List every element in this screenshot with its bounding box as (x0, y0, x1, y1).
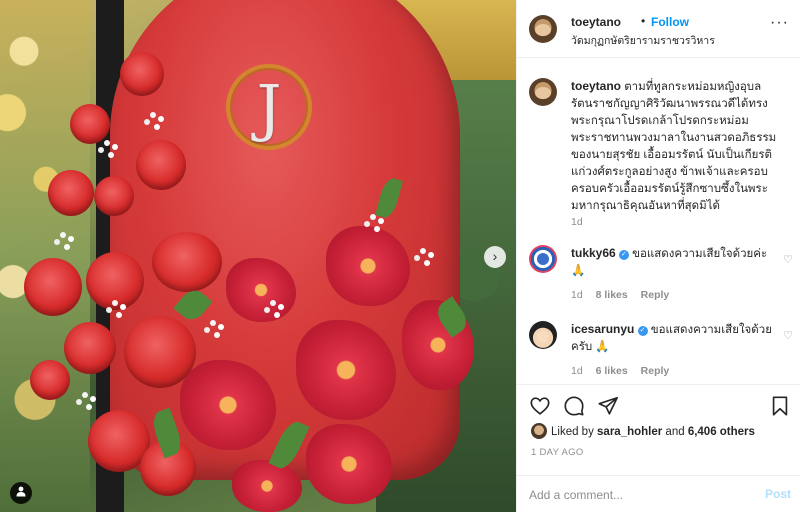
background-flowers (0, 0, 90, 512)
comment-bubble-icon[interactable] (561, 393, 587, 419)
liked-by-count[interactable]: 6,406 others (688, 426, 755, 438)
caption-time[interactable]: 1d (571, 216, 583, 228)
rose (48, 170, 94, 216)
comment-username[interactable]: icesarunyu (571, 322, 634, 336)
rose (152, 232, 222, 292)
babys-breath (82, 392, 88, 398)
comment-meta: 1d 6 likes Reply (571, 365, 679, 377)
rose (30, 360, 70, 400)
avatar[interactable] (531, 423, 547, 439)
comment-text: tukky66 ✓ ขอแสดงความเสียใจด้วยค่ะ 🙏 (571, 245, 781, 280)
rose (24, 258, 82, 316)
follow-button[interactable]: Follow (651, 15, 689, 29)
post-header: toeytano • Follow วัดมกุฏกษัตริยารามราชว… (517, 0, 800, 58)
like-heart-icon-glyph (530, 397, 550, 415)
avatar[interactable] (529, 245, 557, 273)
rose (94, 176, 134, 216)
avatar[interactable] (529, 15, 557, 43)
like-comment-heart-icon[interactable]: ♡ (783, 253, 793, 266)
avatar[interactable] (529, 321, 557, 349)
babys-breath (104, 140, 110, 146)
babys-breath (420, 248, 426, 254)
post-photo[interactable]: J › (0, 0, 516, 512)
more-options-icon[interactable]: ··· (770, 14, 789, 32)
caption: toeytano ตามที่ทูลกระหม่อมหญิงอุบลรัตนรา… (529, 78, 789, 233)
liked-mid: and (662, 426, 688, 438)
rose (136, 140, 186, 190)
wreath-emblem: J (256, 71, 282, 144)
location-link[interactable]: วัดมกุฏกษัตริยารามราชวรวิหาร (571, 32, 715, 49)
share-paper-plane-icon[interactable] (595, 393, 621, 419)
comment-username[interactable]: tukky66 (571, 246, 616, 260)
verified-badge-icon: ✓ (637, 326, 648, 336)
share-paper-plane-icon-glyph (598, 396, 618, 415)
rose (70, 104, 110, 144)
save-bookmark-icon-glyph (772, 396, 788, 416)
next-photo-button[interactable]: › (484, 246, 506, 268)
comment-text: icesarunyu ✓ ขอแสดงความเสียใจด้วยครับ 🙏 (571, 321, 781, 356)
comment-bubble-icon-glyph (564, 396, 584, 416)
comment-meta: 1d 8 likes Reply (571, 289, 679, 301)
verified-badge-icon: ✓ (618, 250, 629, 260)
avatar[interactable] (529, 78, 557, 106)
list-item: tukky66 ✓ ขอแสดงความเสียใจด้วยค่ะ 🙏 ♡ 1d… (529, 245, 793, 305)
babys-breath (210, 320, 216, 326)
user-tag-icon[interactable] (10, 482, 32, 504)
save-bookmark-icon[interactable] (767, 393, 793, 419)
post-sidebar: toeytano • Follow วัดมกุฏกษัตริยารามราชว… (516, 0, 800, 512)
comment-likes[interactable]: 8 likes (596, 289, 628, 301)
reply-button[interactable]: Reply (641, 365, 670, 377)
caption-meta: 1d (571, 216, 593, 228)
like-comment-heart-icon[interactable]: ♡ (783, 329, 793, 342)
babys-breath (112, 300, 118, 306)
post-actions: Liked by sara_hohler and 6,406 others 1 … (517, 384, 800, 512)
liked-prefix: Liked by (551, 426, 598, 438)
babys-breath (270, 300, 276, 306)
user-tag-icon-glyph (16, 486, 26, 497)
post-comment-button[interactable]: Post (765, 487, 791, 501)
liked-by: Liked by sara_hohler and 6,406 others (531, 423, 755, 439)
babys-breath (370, 214, 376, 220)
rose (64, 322, 116, 374)
comment-time[interactable]: 1d (571, 289, 583, 301)
babys-breath (150, 112, 156, 118)
rose (120, 52, 164, 96)
post-timestamp[interactable]: 1 DAY AGO (531, 447, 584, 458)
caption-username[interactable]: toeytano (571, 79, 621, 93)
caption-body: ตามที่ทูลกระหม่อมหญิงอุบลรัตนราชกัญญาศิร… (571, 81, 777, 212)
liked-by-user[interactable]: sara_hohler (597, 426, 662, 438)
like-heart-icon[interactable] (527, 393, 553, 419)
comments-list[interactable]: toeytano ตามที่ทูลกระหม่อมหญิงอุบลรัตนรา… (517, 59, 800, 384)
comment-time[interactable]: 1d (571, 365, 583, 377)
header-username[interactable]: toeytano (571, 15, 621, 29)
comment-likes[interactable]: 6 likes (596, 365, 628, 377)
add-comment-bar: Post (517, 475, 800, 512)
reply-button[interactable]: Reply (641, 289, 670, 301)
babys-breath (60, 232, 66, 238)
caption-text: toeytano ตามที่ทูลกระหม่อมหญิงอุบลรัตนรา… (571, 78, 781, 215)
list-item: icesarunyu ✓ ขอแสดงความเสียใจด้วยครับ 🙏 … (529, 321, 793, 381)
separator-dot: • (641, 14, 646, 28)
comment-input[interactable] (529, 485, 749, 505)
